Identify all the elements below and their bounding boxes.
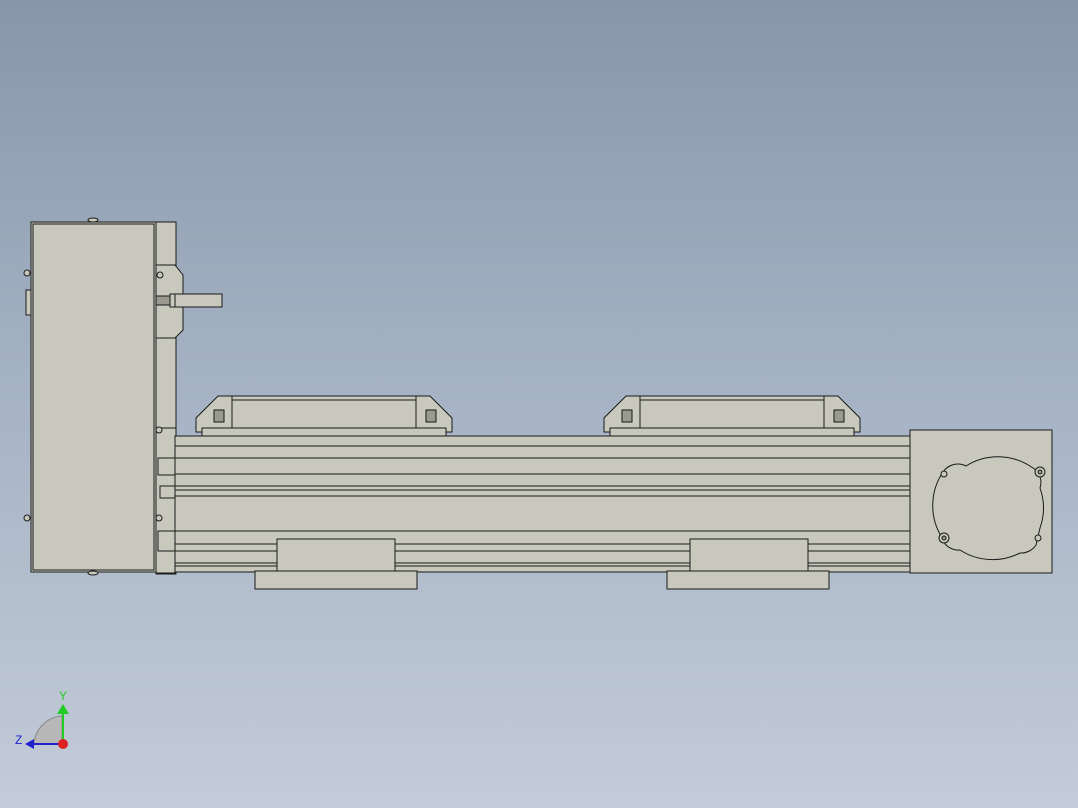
x-axis-arrow-icon <box>58 739 68 749</box>
motor-housing[interactable] <box>23 217 157 576</box>
cad-graphics-viewport[interactable]: Y Z <box>0 0 1078 808</box>
carriage-2[interactable] <box>603 395 861 437</box>
motor-shaft[interactable] <box>155 293 223 308</box>
end-cap-plate[interactable] <box>909 429 1053 574</box>
y-axis-label: Y <box>59 689 67 703</box>
screw-icon <box>1034 534 1042 542</box>
bottom-block-2[interactable] <box>666 538 830 590</box>
triad-plane-icon <box>33 715 63 745</box>
screw-icon <box>940 470 948 478</box>
z-axis-label: Z <box>15 733 22 747</box>
rail-profile[interactable] <box>157 435 929 573</box>
linear-actuator-model[interactable]: Y Z <box>0 0 1078 808</box>
bottom-block-1[interactable] <box>254 538 418 590</box>
carriage-1[interactable] <box>195 395 453 437</box>
axis-triad[interactable]: Y Z <box>15 689 69 749</box>
